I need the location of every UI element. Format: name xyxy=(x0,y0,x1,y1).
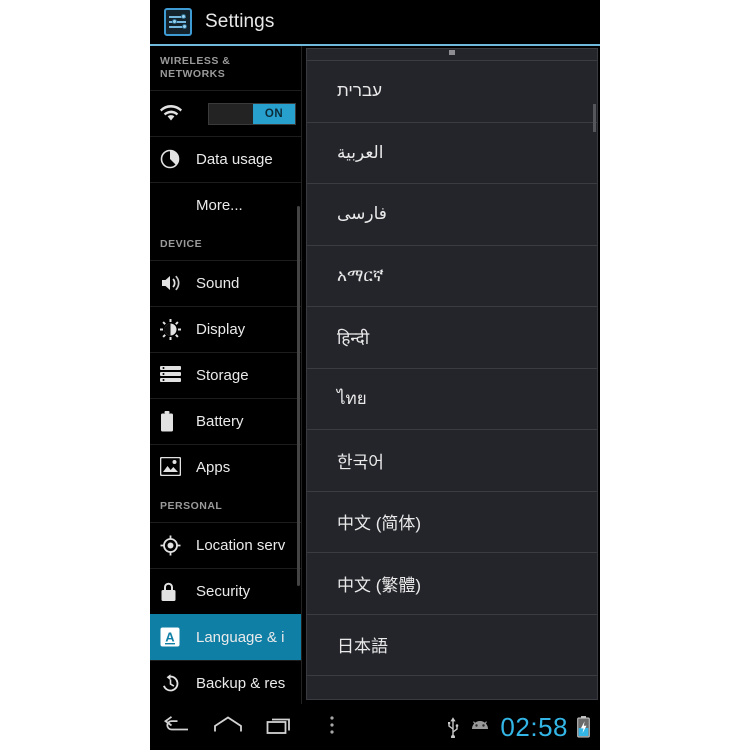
sidebar-item-language-and-input[interactable]: A Language & i xyxy=(150,614,302,660)
backup-restore-icon xyxy=(160,673,182,695)
android-head-icon xyxy=(469,719,491,735)
list-item[interactable]: 中文 (简体) xyxy=(307,492,597,553)
status-clock: 02:58 xyxy=(500,711,568,742)
lock-icon xyxy=(160,581,182,603)
list-item[interactable]: فارسی xyxy=(307,184,597,246)
sidebar-section-personal: PERSONAL xyxy=(160,500,223,512)
settings-sliders-icon xyxy=(164,8,192,36)
wifi-toggle-track xyxy=(209,104,253,124)
apps-image-icon xyxy=(160,456,182,479)
storage-stack-icon xyxy=(160,365,182,387)
sidebar-item-label: Location serv xyxy=(196,537,286,554)
sidebar-item-label: Data usage xyxy=(196,151,273,168)
action-bar: Settings xyxy=(150,0,600,44)
sidebar-item-label: Language & i xyxy=(196,629,285,646)
wifi-toggle-state: ON xyxy=(253,103,295,124)
usb-icon xyxy=(446,716,460,738)
svg-text:A: A xyxy=(165,629,175,644)
list-item[interactable]: עברית xyxy=(307,61,597,123)
recents-button[interactable] xyxy=(254,704,306,750)
wifi-icon xyxy=(160,103,182,125)
sidebar-item-label: Security xyxy=(196,583,251,600)
system-navigation-bar: 02:58 xyxy=(150,704,600,750)
sidebar-item-data-usage[interactable]: Data usage xyxy=(150,136,302,182)
sidebar-item-label: Battery xyxy=(196,413,244,430)
back-arrow-icon xyxy=(162,715,190,740)
sidebar-item-more[interactable]: More... xyxy=(150,182,302,228)
sidebar-item-label: More... xyxy=(196,197,243,214)
sidebar-item-label: Sound xyxy=(196,275,240,292)
sidebar-section-wireless: WIRELESS & NETWORKS xyxy=(160,55,231,80)
home-icon xyxy=(213,715,243,740)
sidebar-item-label: Apps xyxy=(196,459,231,476)
language-list-panel: עברית العربية فارسی አማርኛ हिन्दी ไทย 한국어 … xyxy=(302,46,600,704)
data-usage-pie-icon xyxy=(160,149,182,171)
sidebar-item-sound[interactable]: Sound xyxy=(150,260,302,306)
sidebar-item-location-services[interactable]: Location serv xyxy=(150,522,302,568)
recents-icon xyxy=(266,715,294,740)
list-item[interactable]: 日本語 xyxy=(307,615,597,676)
sidebar-item-label: Display xyxy=(196,321,246,338)
language-list-scrollbar[interactable] xyxy=(593,104,596,132)
overflow-menu-icon xyxy=(329,715,335,740)
list-item[interactable]: العربية xyxy=(307,123,597,184)
sidebar-scrollbar[interactable] xyxy=(297,206,300,586)
page-title: Settings xyxy=(205,11,275,32)
sidebar-item-label: Backup & res xyxy=(196,675,286,692)
sidebar-item-security[interactable]: Security xyxy=(150,568,302,614)
list-item[interactable]: ไทย xyxy=(307,369,597,430)
list-item[interactable]: 한국어 xyxy=(307,430,597,492)
list-item[interactable]: हिन्दी xyxy=(307,307,597,369)
status-cluster: 02:58 xyxy=(446,712,600,743)
wifi-toggle[interactable]: ON xyxy=(208,102,296,125)
content-area: WIRELESS & NETWORKS ON Data usage More..… xyxy=(150,46,600,704)
sidebar-item-storage[interactable]: Storage xyxy=(150,352,302,398)
list-item[interactable]: አማርኛ xyxy=(307,246,597,307)
back-button[interactable] xyxy=(150,704,202,750)
list-drag-handle xyxy=(449,50,455,55)
speaker-icon xyxy=(160,273,182,295)
sidebar-section-device: DEVICE xyxy=(160,238,203,250)
sidebar-item-backup-and-reset[interactable]: Backup & res xyxy=(150,660,302,704)
location-target-icon xyxy=(160,535,182,557)
list-item[interactable]: 中文 (繁體) xyxy=(307,553,597,615)
battery-charging-icon xyxy=(577,716,590,738)
settings-sidebar[interactable]: WIRELESS & NETWORKS ON Data usage More..… xyxy=(150,46,302,704)
battery-icon xyxy=(160,410,182,433)
sidebar-item-label: Storage xyxy=(196,367,249,384)
sidebar-item-wifi[interactable]: ON xyxy=(150,90,302,136)
sidebar-item-battery[interactable]: Battery xyxy=(150,398,302,444)
language-a-icon: A xyxy=(160,627,182,649)
home-button[interactable] xyxy=(202,704,254,750)
brightness-icon xyxy=(160,318,182,341)
device-screen: Settings WIRELESS & NETWORKS ON Data usa… xyxy=(150,0,600,750)
sidebar-item-apps[interactable]: Apps xyxy=(150,444,302,490)
language-list[interactable]: עברית العربية فارسی አማርኛ हिन्दी ไทย 한국어 … xyxy=(306,48,598,700)
sidebar-item-display[interactable]: Display xyxy=(150,306,302,352)
overflow-menu-button[interactable] xyxy=(306,704,358,750)
